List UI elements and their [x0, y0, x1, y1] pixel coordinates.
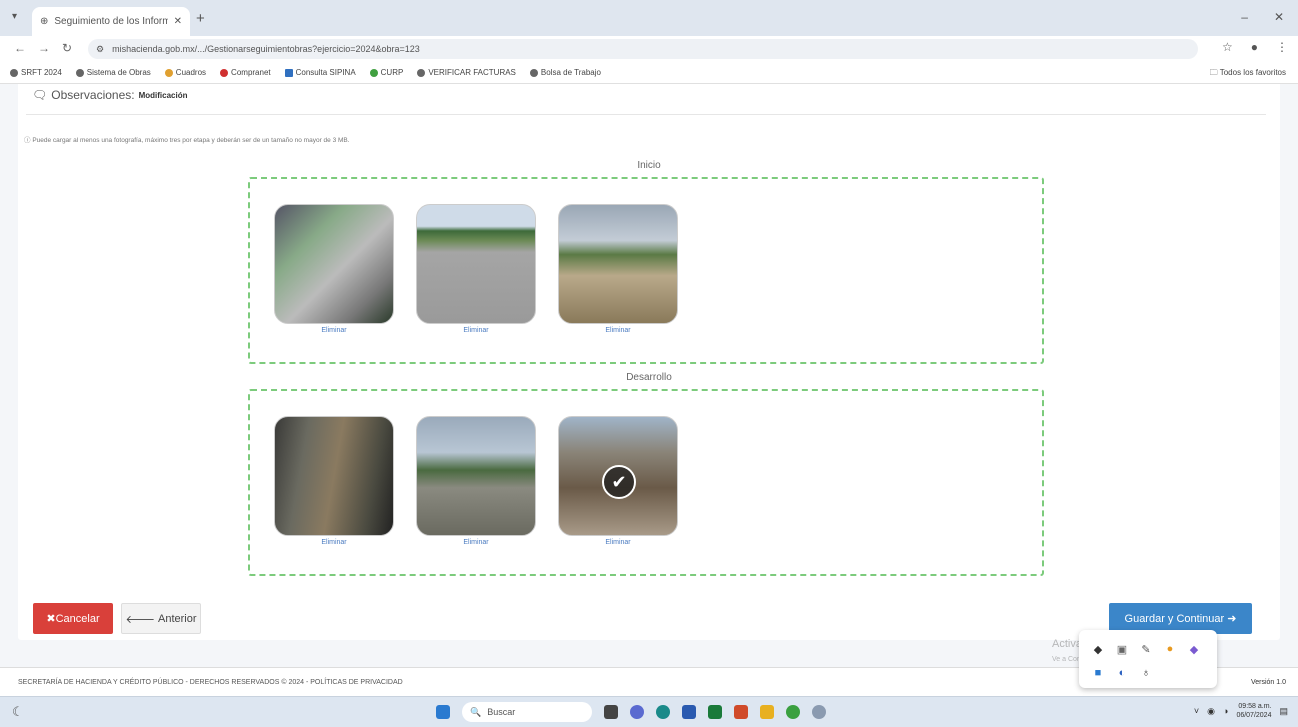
tray-app-icon[interactable]: ●: [1161, 638, 1179, 660]
delete-link[interactable]: Eliminar: [274, 327, 394, 334]
address-bar: ← → ↻ ⚙ mishacienda.gob.mx/.../Gestionar…: [0, 36, 1298, 62]
bookmarks-bar: SRFT 2024 Sistema de Obras Cuadros Compr…: [0, 62, 1298, 84]
delete-link[interactable]: Eliminar: [416, 327, 536, 334]
close-icon: ✖: [46, 613, 56, 625]
clock[interactable]: 09:58 a.m. 06/07/2024: [1236, 702, 1271, 720]
notification-icon[interactable]: ▤: [1279, 706, 1288, 717]
photo-thumbnail[interactable]: [274, 416, 394, 536]
photo-thumbnail-selected[interactable]: ✔: [558, 416, 678, 536]
taskbar-search[interactable]: 🔍 Buscar: [462, 702, 592, 722]
divider: [26, 114, 1266, 115]
browser-tab-bar: ▾ ⊕ Seguimiento de los Informes ✕ + – ✕: [0, 0, 1298, 36]
photo-group-inicio: Eliminar Eliminar Eliminar: [248, 177, 1044, 364]
tab-search-icon[interactable]: ▾: [12, 11, 17, 22]
url-field[interactable]: ⚙ mishacienda.gob.mx/.../Gestionarseguim…: [88, 39, 1198, 59]
url-text: mishacienda.gob.mx/.../Gestionarseguimie…: [112, 44, 420, 54]
file-explorer-icon[interactable]: [760, 705, 774, 719]
upload-notice: ⓘ Puede cargar al menos una fotografía, …: [24, 137, 350, 144]
search-icon: 🔍: [470, 706, 482, 717]
photo-thumbnail[interactable]: [558, 204, 678, 324]
bookmark-item[interactable]: CURP: [369, 68, 403, 77]
bookmark-item[interactable]: Bolsa de Trabajo: [529, 68, 601, 77]
photo-thumbnail[interactable]: [274, 204, 394, 324]
bookmark-item[interactable]: Sistema de Obras: [75, 68, 151, 77]
group-title-desarrollo: Desarrollo: [626, 372, 672, 383]
delete-link[interactable]: Eliminar: [416, 539, 536, 546]
photo-thumbnail[interactable]: [416, 204, 536, 324]
tray-app-icon[interactable]: ♁: [1137, 662, 1155, 684]
photo-thumbnail[interactable]: [416, 416, 536, 536]
tab-title: Seguimiento de los Informes: [54, 16, 168, 27]
menu-icon[interactable]: ⋮: [1276, 40, 1288, 54]
network-icon[interactable]: ◉: [1207, 706, 1215, 717]
start-icon[interactable]: [436, 705, 450, 719]
excel-icon[interactable]: [708, 705, 722, 719]
all-bookmarks[interactable]: 🗀 Todos los favoritos: [1210, 67, 1286, 81]
site-info-icon[interactable]: ⚙: [96, 44, 104, 55]
taskbar: ☾ 🔍 Buscar ˅ ◉ ◑ 09:58 a.m. 06/07/2024 ▤: [0, 696, 1298, 727]
form-card: 🗨 Observaciones: Modificación ⓘ Puede ca…: [18, 84, 1280, 640]
site-icon: ⊕: [40, 16, 49, 27]
chat-icon[interactable]: [630, 705, 644, 719]
close-window-icon[interactable]: ✕: [1274, 10, 1284, 24]
observaciones-header: 🗨 Observaciones: Modificación: [32, 88, 188, 102]
previous-button[interactable]: 🡐 Anterior: [121, 603, 201, 634]
tray-app-icon[interactable]: ✎: [1137, 638, 1155, 660]
volume-icon[interactable]: ◑: [1223, 706, 1228, 716]
window-controls: – ✕: [1241, 10, 1284, 24]
group-title-inicio: Inicio: [637, 160, 661, 171]
arrow-left-icon: 🡐: [125, 613, 159, 626]
observaciones-value: Modificación: [138, 90, 188, 100]
forward-icon[interactable]: →: [38, 41, 50, 55]
app-icon[interactable]: [812, 705, 826, 719]
observaciones-label: Observaciones:: [51, 88, 135, 102]
photo-group-desarrollo: Eliminar Eliminar ✔ Eliminar: [248, 389, 1044, 576]
back-icon[interactable]: ←: [14, 41, 26, 55]
outlook-icon[interactable]: [682, 705, 696, 719]
delete-link[interactable]: Eliminar: [558, 539, 678, 546]
edge-icon[interactable]: [656, 705, 670, 719]
chevron-up-icon[interactable]: ˅: [1194, 706, 1199, 716]
bookmark-star-icon[interactable]: ☆: [1222, 40, 1233, 54]
tray-app-icon[interactable]: ◆: [1089, 638, 1107, 660]
check-icon: ✔: [602, 465, 636, 499]
bookmark-item[interactable]: Compranet: [220, 68, 271, 77]
tray-app-icon[interactable]: ◆: [1185, 638, 1203, 660]
tray-app-icon[interactable]: ◐: [1113, 662, 1131, 684]
delete-link[interactable]: Eliminar: [274, 539, 394, 546]
profile-icon[interactable]: ●: [1251, 40, 1258, 54]
tray-overflow-popup: ◆ ▣ ✎ ● ◆ ■ ◐ ♁: [1079, 630, 1217, 688]
comment-icon: 🗨: [32, 88, 48, 102]
new-tab-icon[interactable]: +: [196, 10, 205, 27]
tray-app-icon[interactable]: ▣: [1113, 638, 1131, 660]
minimize-icon[interactable]: –: [1241, 10, 1248, 24]
office-icon[interactable]: [734, 705, 748, 719]
reload-icon[interactable]: ↻: [62, 41, 72, 55]
info-icon: ⓘ: [24, 137, 31, 144]
delete-link[interactable]: Eliminar: [558, 327, 678, 334]
tray-app-icon[interactable]: ■: [1089, 662, 1107, 684]
widgets-icon[interactable]: ☾: [12, 704, 24, 720]
bookmark-item[interactable]: SRFT 2024: [10, 68, 62, 77]
footer-text: SECRETARÍA DE HACIENDA Y CRÉDITO PÚBLICO…: [18, 679, 403, 686]
close-tab-icon[interactable]: ✕: [174, 16, 182, 27]
page-content: 🗨 Observaciones: Modificación ⓘ Puede ca…: [0, 84, 1298, 696]
bookmark-item[interactable]: Consulta SIPINA: [284, 68, 356, 77]
bookmark-item[interactable]: VERIFICAR FACTURAS: [417, 68, 516, 77]
arrow-right-icon: ➜: [1224, 613, 1237, 625]
bookmark-item[interactable]: Cuadros: [164, 68, 206, 77]
task-view-icon[interactable]: [604, 705, 618, 719]
browser-tab[interactable]: ⊕ Seguimiento de los Informes ✕: [32, 7, 190, 36]
chrome-icon[interactable]: [786, 705, 800, 719]
cancel-button[interactable]: ✖ Cancelar: [33, 603, 113, 634]
version-label: Versión 1.0: [1250, 679, 1286, 686]
